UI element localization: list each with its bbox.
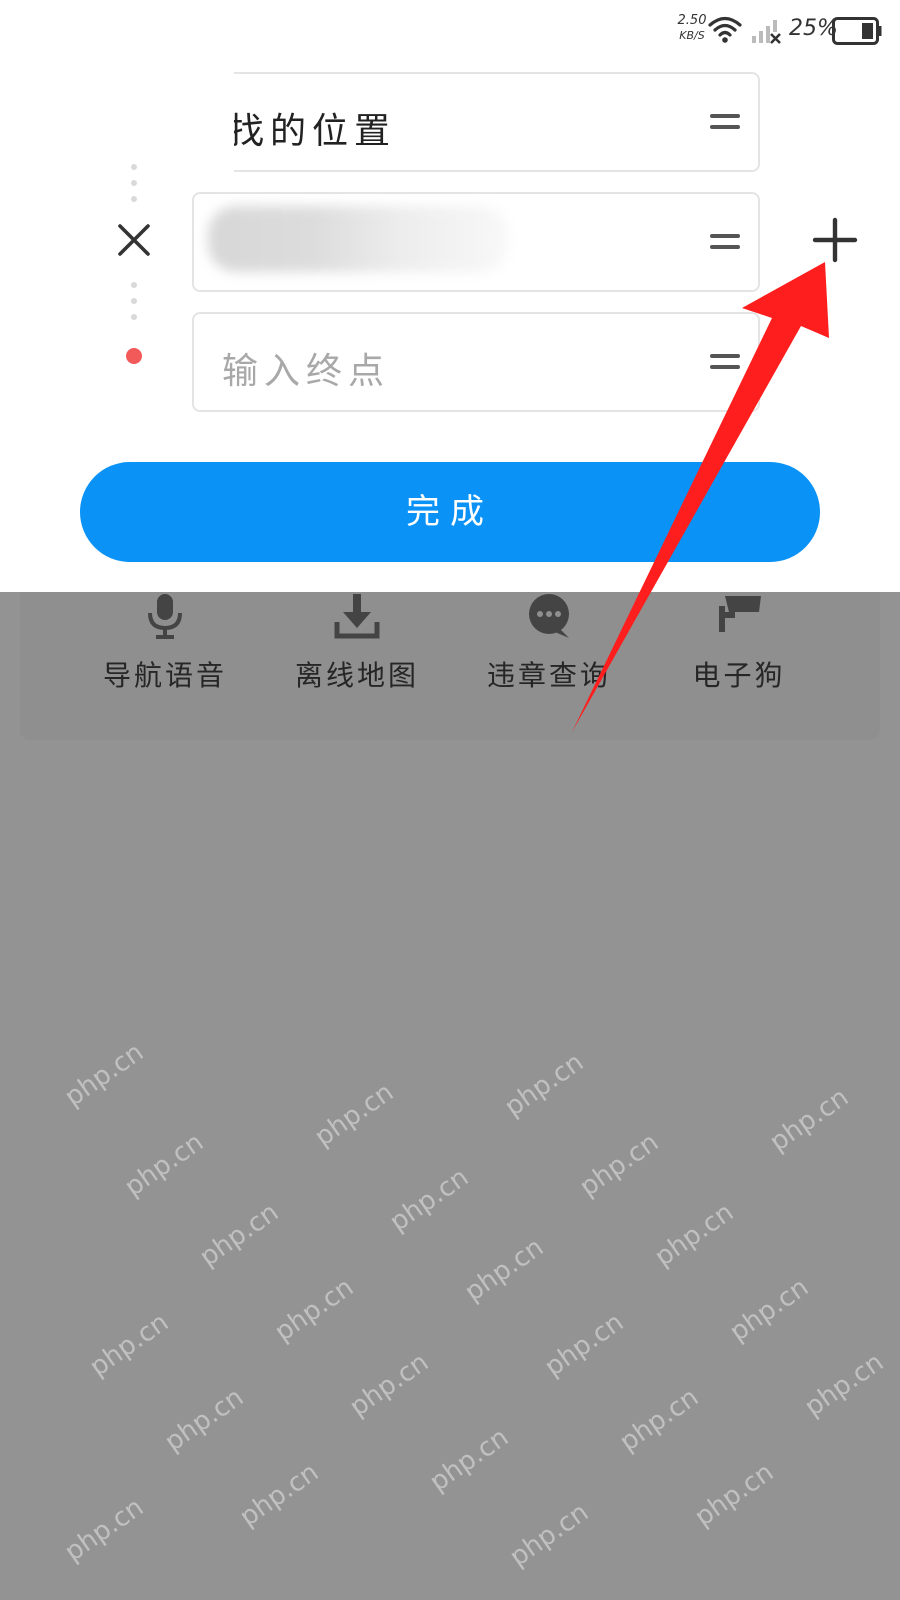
tool-label: 导航语音 [102,659,227,692]
destination-dot [126,348,142,364]
watermark-text: php.cn [309,1077,400,1153]
tool-violation-query[interactable]: 违章查询 [464,592,634,740]
battery-icon [832,17,882,45]
route-dots [131,282,137,330]
watermark-text: php.cn [384,1162,475,1238]
watermark-text: php.cn [234,1457,325,1533]
watermark-text: php.cn [59,1040,150,1113]
drag-handle-icon[interactable] [710,232,740,252]
route-panel: 找的位置 输入终点 完成 [0,62,900,592]
watermark-text: php.cn [459,1232,550,1308]
watermark-text: php.cn [649,1197,740,1273]
tool-label: 违章查询 [486,659,611,692]
start-field-mask [190,72,234,172]
add-icon[interactable] [812,217,858,263]
close-icon[interactable] [116,222,152,258]
watermark-text: php.cn [724,1272,815,1348]
watermark-text: php.cn [269,1272,360,1348]
tool-navigation-voice[interactable]: 导航语音 [80,592,250,740]
cell-signal-off-icon [752,20,781,44]
watermark-text: php.cn [764,1082,855,1158]
watermark-text: php.cn [614,1382,705,1458]
start-field[interactable]: 找的位置 [192,72,760,172]
done-button[interactable]: 完成 [80,462,820,562]
tool-speed-camera[interactable]: 电子狗 [654,592,824,740]
watermark-text: php.cn [194,1197,285,1273]
watermark-text: php.cn [689,1457,780,1533]
network-speed-value: 2.50 [677,13,707,28]
download-icon [334,594,380,639]
watermark: php.cn php.cn php.cn php.cn php.cn php.c… [0,1040,900,1600]
waypoint-value-blurred [208,206,508,272]
tools-card: 导航语音 离线地图 违章查询 电子狗 [20,592,880,740]
microphone-icon [148,594,182,639]
tool-label: 电子狗 [692,659,786,692]
tool-offline-map[interactable]: 离线地图 [272,592,442,740]
drag-handle-icon[interactable] [710,112,740,132]
camera-icon [719,596,761,632]
watermark-text: php.cn [799,1347,890,1423]
battery-percent: 25% [789,16,838,41]
watermark-text: php.cn [159,1382,250,1458]
tool-label: 离线地图 [294,659,419,692]
network-speed-unit: KB/S [679,29,705,42]
watermark-text: php.cn [574,1127,665,1203]
watermark-text: php.cn [499,1047,590,1123]
network-speed: 2.50 KB/S [672,13,712,43]
watermark-text: php.cn [344,1347,435,1423]
watermark-text: php.cn [504,1497,595,1573]
watermark-text: php.cn [539,1307,630,1383]
chat-bubble-icon [529,594,569,638]
watermark-text: php.cn [59,1492,150,1568]
watermark-text: php.cn [84,1307,175,1383]
watermark-text: php.cn [119,1127,210,1203]
drag-handle-icon[interactable] [710,352,740,372]
start-field-text: 找的位置 [228,111,397,152]
status-bar: 2.50 KB/S 25% [0,0,900,62]
destination-placeholder: 输入终点 [222,351,391,392]
waypoint-field[interactable] [192,192,760,292]
route-dots [131,164,137,212]
wifi-icon [708,16,742,43]
watermark-text: php.cn [424,1422,515,1498]
destination-field[interactable]: 输入终点 [192,312,760,412]
